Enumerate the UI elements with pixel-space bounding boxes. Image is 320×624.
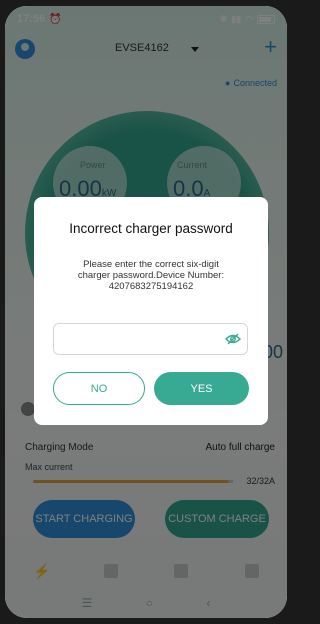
yes-button[interactable]: YES — [154, 372, 249, 405]
password-field[interactable] — [53, 323, 248, 355]
password-input[interactable] — [60, 330, 210, 348]
phone-screen: 17:56 ⏰ ✱ ▮▮ ◠ EVSE4162 + ● Connected Po… — [5, 6, 287, 618]
dialog-title: Incorrect charger password — [69, 221, 233, 236]
no-button[interactable]: NO — [53, 372, 145, 405]
dialog-message-line: charger password.Device Number: — [77, 270, 225, 281]
password-dialog: Incorrect charger password Please enter … — [34, 197, 268, 425]
dialog-message: Please enter the correct six-digit charg… — [52, 259, 250, 292]
device-number: 4207683275194162 — [108, 281, 194, 292]
eye-hidden-icon[interactable] — [225, 332, 241, 346]
dialog-message-line: Please enter the correct six-digit — [83, 259, 219, 270]
